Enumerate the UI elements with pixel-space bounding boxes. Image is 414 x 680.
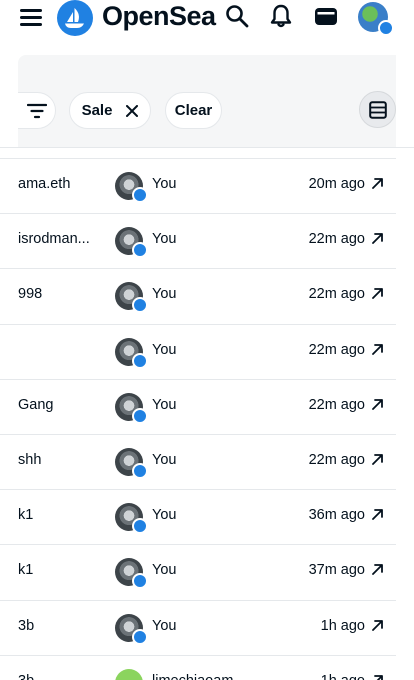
from-account-link[interactable]: 998	[18, 286, 42, 302]
to-account-link[interactable]: You	[152, 618, 176, 634]
external-link-icon[interactable]	[371, 674, 384, 680]
event-time-link[interactable]: 22m ago	[309, 452, 365, 468]
row-divider	[0, 489, 396, 491]
to-account-link[interactable]: You	[152, 286, 176, 302]
row-divider	[0, 378, 396, 380]
list-view-icon	[368, 100, 387, 119]
brand-name[interactable]: OpenSea	[102, 1, 216, 32]
sale-chip-label: Sale	[81, 102, 113, 119]
activity-row[interactable]: k1 You 36m ago	[0, 489, 414, 544]
activity-row[interactable]: 3b limechiaoam 1h ago	[0, 654, 414, 680]
verified-badge-icon	[132, 352, 148, 369]
to-account-avatar[interactable]	[115, 282, 148, 314]
verified-badge-icon	[132, 242, 148, 259]
to-account-link[interactable]: You	[152, 231, 176, 247]
to-account-link[interactable]: limechiaoam	[152, 673, 233, 680]
external-link-icon[interactable]	[371, 563, 384, 576]
wallet-icon[interactable]	[313, 3, 339, 29]
activity-row[interactable]: shh You 22m ago	[0, 434, 414, 489]
bell-icon[interactable]	[268, 3, 294, 29]
event-time-link[interactable]: 37m ago	[309, 562, 365, 578]
sale-filter-chip[interactable]: Sale	[69, 92, 151, 129]
to-account-avatar[interactable]	[115, 337, 148, 369]
menu-icon[interactable]	[20, 7, 44, 27]
search-icon[interactable]	[224, 3, 250, 29]
activity-row[interactable]: ama.eth You 20m ago	[0, 158, 414, 213]
external-link-icon[interactable]	[371, 508, 384, 521]
activity-row[interactable]: Gang You 22m ago	[0, 378, 414, 434]
external-link-icon[interactable]	[371, 343, 384, 356]
row-divider	[0, 213, 396, 215]
from-account-link[interactable]: k1	[18, 562, 33, 578]
to-account-link[interactable]: You	[152, 176, 176, 192]
activity-row[interactable]: You 22m ago	[0, 323, 414, 379]
opensea-logo[interactable]	[57, 0, 93, 36]
activity-row[interactable]: 3b You 1h ago	[0, 599, 414, 655]
to-account-avatar[interactable]	[115, 392, 148, 424]
row-divider	[0, 158, 396, 159]
top-nav: OpenSea	[0, 0, 414, 36]
row-divider	[0, 323, 396, 325]
to-account-avatar[interactable]	[115, 172, 148, 203]
row-divider	[0, 654, 396, 656]
event-time-link[interactable]: 1h ago	[321, 618, 365, 634]
activity-row[interactable]: 998 You 22m ago	[0, 268, 414, 323]
verified-badge-icon	[132, 187, 148, 203]
verified-badge-icon	[378, 20, 394, 36]
event-time-link[interactable]: 20m ago	[309, 176, 365, 192]
external-link-icon[interactable]	[371, 177, 384, 190]
list-view-toggle[interactable]	[359, 91, 396, 128]
external-link-icon[interactable]	[371, 287, 384, 300]
to-account-link[interactable]: You	[152, 342, 176, 358]
to-account-avatar[interactable]	[115, 227, 148, 259]
filter-button[interactable]	[18, 92, 56, 129]
to-account-link[interactable]: You	[152, 562, 176, 578]
activity-row[interactable]: isrodman... You 22m ago	[0, 213, 414, 268]
verified-badge-icon	[132, 407, 148, 424]
to-account-link[interactable]: You	[152, 397, 176, 413]
from-account-link[interactable]: ama.eth	[18, 176, 70, 192]
filter-bar: Sale Clear	[18, 55, 396, 148]
external-link-icon[interactable]	[371, 619, 384, 632]
from-account-link[interactable]: isrodman...	[18, 231, 90, 247]
from-account-link[interactable]: Gang	[18, 397, 53, 413]
from-account-link[interactable]: shh	[18, 452, 41, 468]
row-divider	[0, 599, 396, 601]
event-time-link[interactable]: 1h ago	[321, 673, 365, 680]
to-account-avatar[interactable]	[115, 613, 148, 645]
profile-avatar[interactable]	[358, 2, 394, 36]
from-account-link[interactable]: 3b	[18, 618, 34, 634]
verified-badge-icon	[132, 297, 148, 314]
event-time-link[interactable]: 22m ago	[309, 231, 365, 247]
to-account-avatar[interactable]	[115, 558, 148, 590]
filter-icon	[26, 103, 47, 118]
to-account-link[interactable]: You	[152, 452, 176, 468]
event-time-link[interactable]: 22m ago	[309, 286, 365, 302]
to-account-link[interactable]: You	[152, 507, 176, 523]
activity-row[interactable]: k1 You 37m ago	[0, 544, 414, 599]
event-time-link[interactable]: 36m ago	[309, 507, 365, 523]
close-icon[interactable]	[126, 104, 139, 117]
row-divider	[0, 544, 396, 546]
event-time-link[interactable]: 22m ago	[309, 342, 365, 358]
row-divider	[0, 268, 396, 270]
event-time-link[interactable]: 22m ago	[309, 397, 365, 413]
header-divider	[0, 147, 414, 148]
external-link-icon[interactable]	[371, 398, 384, 411]
to-account-avatar[interactable]	[115, 668, 143, 680]
verified-badge-icon	[132, 518, 148, 535]
verified-badge-icon	[132, 573, 148, 590]
row-divider	[0, 434, 396, 435]
from-account-link[interactable]: 3b	[18, 673, 34, 680]
external-link-icon[interactable]	[371, 453, 384, 466]
to-account-avatar[interactable]	[115, 503, 148, 535]
from-account-link[interactable]: k1	[18, 507, 33, 523]
to-account-avatar[interactable]	[115, 448, 148, 479]
verified-badge-icon	[132, 463, 148, 479]
verified-badge-icon	[132, 628, 148, 645]
clear-filters-button[interactable]: Clear	[165, 92, 222, 129]
external-link-icon[interactable]	[371, 232, 384, 245]
